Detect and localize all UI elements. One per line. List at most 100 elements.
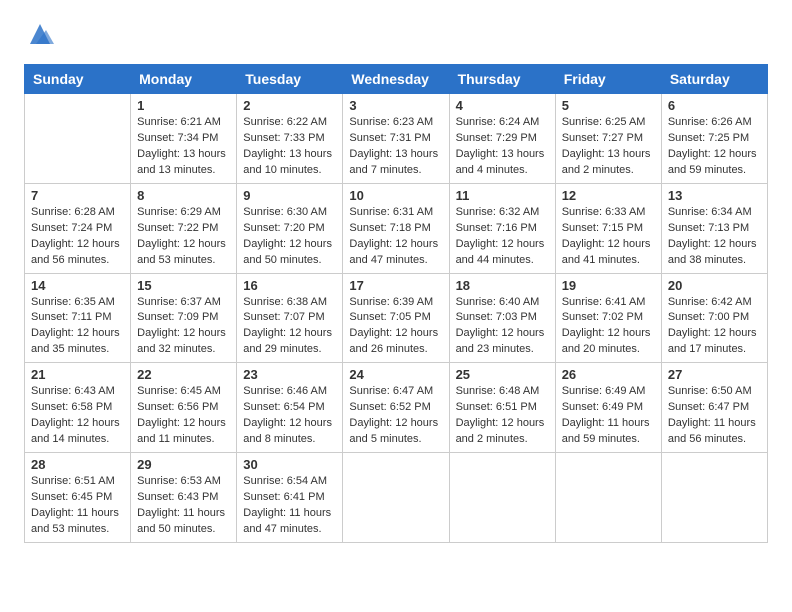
day-number: 21 <box>31 367 124 382</box>
week-row-5: 28 Sunrise: 6:51 AM Sunset: 6:45 PM Dayli… <box>25 453 768 543</box>
calendar-cell: 10 Sunrise: 6:31 AM Sunset: 7:18 PM Dayli… <box>343 183 449 273</box>
day-number: 6 <box>668 98 761 113</box>
calendar-cell <box>343 453 449 543</box>
calendar-cell: 6 Sunrise: 6:26 AM Sunset: 7:25 PM Daylig… <box>661 94 767 184</box>
day-number: 16 <box>243 278 336 293</box>
week-row-4: 21Sunrise: 6:43 AM Sunset: 6:58 PM Dayli… <box>25 363 768 453</box>
weekday-header-sunday: Sunday <box>25 65 131 94</box>
day-number: 28 <box>31 457 124 472</box>
calendar-cell: 4 Sunrise: 6:24 AM Sunset: 7:29 PM Daylig… <box>449 94 555 184</box>
day-number: 17 <box>349 278 442 293</box>
week-row-1: 1 Sunrise: 6:21 AM Sunset: 7:34 PM Daylig… <box>25 94 768 184</box>
calendar-cell: 25Sunrise: 6:48 AM Sunset: 6:51 PM Dayli… <box>449 363 555 453</box>
day-info: Sunrise: 6:25 AM Sunset: 7:27 PM Dayligh… <box>562 115 655 179</box>
logo <box>24 20 54 48</box>
day-number: 7 <box>31 188 124 203</box>
day-info: Sunrise: 6:50 AM Sunset: 6:47 PM Dayligh… <box>668 384 761 448</box>
day-info: Sunrise: 6:33 AM Sunset: 7:15 PM Dayligh… <box>562 205 655 269</box>
calendar-cell: 12 Sunrise: 6:33 AM Sunset: 7:15 PM Dayli… <box>555 183 661 273</box>
calendar-table: SundayMondayTuesdayWednesdayThursdayFrid… <box>24 64 768 543</box>
day-info: Sunrise: 6:47 AM Sunset: 6:52 PM Dayligh… <box>349 384 442 448</box>
day-info: Sunrise: 6:35 AM Sunset: 7:11 PM Dayligh… <box>31 295 124 359</box>
day-number: 24 <box>349 367 442 382</box>
page-header <box>24 20 768 48</box>
day-info: Sunrise: 6:21 AM Sunset: 7:34 PM Dayligh… <box>137 115 230 179</box>
day-info: Sunrise: 6:34 AM Sunset: 7:13 PM Dayligh… <box>668 205 761 269</box>
day-number: 10 <box>349 188 442 203</box>
day-info: Sunrise: 6:30 AM Sunset: 7:20 PM Dayligh… <box>243 205 336 269</box>
weekday-header-monday: Monday <box>131 65 237 94</box>
weekday-header-thursday: Thursday <box>449 65 555 94</box>
day-info: Sunrise: 6:26 AM Sunset: 7:25 PM Dayligh… <box>668 115 761 179</box>
week-row-3: 14 Sunrise: 6:35 AM Sunset: 7:11 PM Dayli… <box>25 273 768 363</box>
day-info: Sunrise: 6:40 AM Sunset: 7:03 PM Dayligh… <box>456 295 549 359</box>
day-number: 20 <box>668 278 761 293</box>
day-number: 13 <box>668 188 761 203</box>
day-info: Sunrise: 6:41 AM Sunset: 7:02 PM Dayligh… <box>562 295 655 359</box>
day-number: 3 <box>349 98 442 113</box>
day-number: 11 <box>456 188 549 203</box>
day-info: Sunrise: 6:46 AM Sunset: 6:54 PM Dayligh… <box>243 384 336 448</box>
calendar-cell: 15Sunrise: 6:37 AM Sunset: 7:09 PM Dayli… <box>131 273 237 363</box>
calendar-cell: 27 Sunrise: 6:50 AM Sunset: 6:47 PM Dayli… <box>661 363 767 453</box>
calendar-cell: 26 Sunrise: 6:49 AM Sunset: 6:49 PM Dayli… <box>555 363 661 453</box>
day-number: 2 <box>243 98 336 113</box>
weekday-header-wednesday: Wednesday <box>343 65 449 94</box>
day-number: 15 <box>137 278 230 293</box>
calendar-cell: 18 Sunrise: 6:40 AM Sunset: 7:03 PM Dayli… <box>449 273 555 363</box>
calendar-cell: 19 Sunrise: 6:41 AM Sunset: 7:02 PM Dayli… <box>555 273 661 363</box>
calendar-cell: 2 Sunrise: 6:22 AM Sunset: 7:33 PM Daylig… <box>237 94 343 184</box>
week-row-2: 7 Sunrise: 6:28 AM Sunset: 7:24 PM Daylig… <box>25 183 768 273</box>
day-info: Sunrise: 6:49 AM Sunset: 6:49 PM Dayligh… <box>562 384 655 448</box>
day-info: Sunrise: 6:22 AM Sunset: 7:33 PM Dayligh… <box>243 115 336 179</box>
calendar-cell: 7 Sunrise: 6:28 AM Sunset: 7:24 PM Daylig… <box>25 183 131 273</box>
calendar-cell <box>555 453 661 543</box>
day-number: 26 <box>562 367 655 382</box>
calendar-cell: 20 Sunrise: 6:42 AM Sunset: 7:00 PM Dayli… <box>661 273 767 363</box>
day-info: Sunrise: 6:42 AM Sunset: 7:00 PM Dayligh… <box>668 295 761 359</box>
day-number: 30 <box>243 457 336 472</box>
calendar-cell: 3 Sunrise: 6:23 AM Sunset: 7:31 PM Daylig… <box>343 94 449 184</box>
calendar-cell <box>449 453 555 543</box>
calendar-cell: 8 Sunrise: 6:29 AM Sunset: 7:22 PM Daylig… <box>131 183 237 273</box>
calendar-cell: 14 Sunrise: 6:35 AM Sunset: 7:11 PM Dayli… <box>25 273 131 363</box>
day-info: Sunrise: 6:24 AM Sunset: 7:29 PM Dayligh… <box>456 115 549 179</box>
calendar-cell: 24 Sunrise: 6:47 AM Sunset: 6:52 PM Dayli… <box>343 363 449 453</box>
day-number: 19 <box>562 278 655 293</box>
day-info: Sunrise: 6:28 AM Sunset: 7:24 PM Dayligh… <box>31 205 124 269</box>
day-number: 25 <box>456 367 549 382</box>
calendar-cell: 23 Sunrise: 6:46 AM Sunset: 6:54 PM Dayli… <box>237 363 343 453</box>
day-number: 9 <box>243 188 336 203</box>
day-number: 22 <box>137 367 230 382</box>
calendar-cell: 17Sunrise: 6:39 AM Sunset: 7:05 PM Dayli… <box>343 273 449 363</box>
day-number: 12 <box>562 188 655 203</box>
day-number: 8 <box>137 188 230 203</box>
weekday-header-friday: Friday <box>555 65 661 94</box>
day-number: 5 <box>562 98 655 113</box>
weekday-header-saturday: Saturday <box>661 65 767 94</box>
calendar-cell <box>661 453 767 543</box>
day-info: Sunrise: 6:54 AM Sunset: 6:41 PM Dayligh… <box>243 474 336 538</box>
day-info: Sunrise: 6:31 AM Sunset: 7:18 PM Dayligh… <box>349 205 442 269</box>
calendar-cell <box>25 94 131 184</box>
day-number: 14 <box>31 278 124 293</box>
day-number: 27 <box>668 367 761 382</box>
weekday-header-tuesday: Tuesday <box>237 65 343 94</box>
day-info: Sunrise: 6:23 AM Sunset: 7:31 PM Dayligh… <box>349 115 442 179</box>
calendar-cell: 21Sunrise: 6:43 AM Sunset: 6:58 PM Dayli… <box>25 363 131 453</box>
day-info: Sunrise: 6:51 AM Sunset: 6:45 PM Dayligh… <box>31 474 124 538</box>
day-number: 23 <box>243 367 336 382</box>
calendar-cell: 1 Sunrise: 6:21 AM Sunset: 7:34 PM Daylig… <box>131 94 237 184</box>
day-number: 1 <box>137 98 230 113</box>
day-info: Sunrise: 6:29 AM Sunset: 7:22 PM Dayligh… <box>137 205 230 269</box>
calendar-cell: 28 Sunrise: 6:51 AM Sunset: 6:45 PM Dayli… <box>25 453 131 543</box>
logo-icon <box>26 20 54 48</box>
calendar-cell: 9 Sunrise: 6:30 AM Sunset: 7:20 PM Daylig… <box>237 183 343 273</box>
calendar-cell: 30 Sunrise: 6:54 AM Sunset: 6:41 PM Dayli… <box>237 453 343 543</box>
day-info: Sunrise: 6:45 AM Sunset: 6:56 PM Dayligh… <box>137 384 230 448</box>
day-number: 18 <box>456 278 549 293</box>
calendar-cell: 16 Sunrise: 6:38 AM Sunset: 7:07 PM Dayli… <box>237 273 343 363</box>
day-number: 4 <box>456 98 549 113</box>
day-info: Sunrise: 6:38 AM Sunset: 7:07 PM Dayligh… <box>243 295 336 359</box>
weekday-header-row: SundayMondayTuesdayWednesdayThursdayFrid… <box>25 65 768 94</box>
